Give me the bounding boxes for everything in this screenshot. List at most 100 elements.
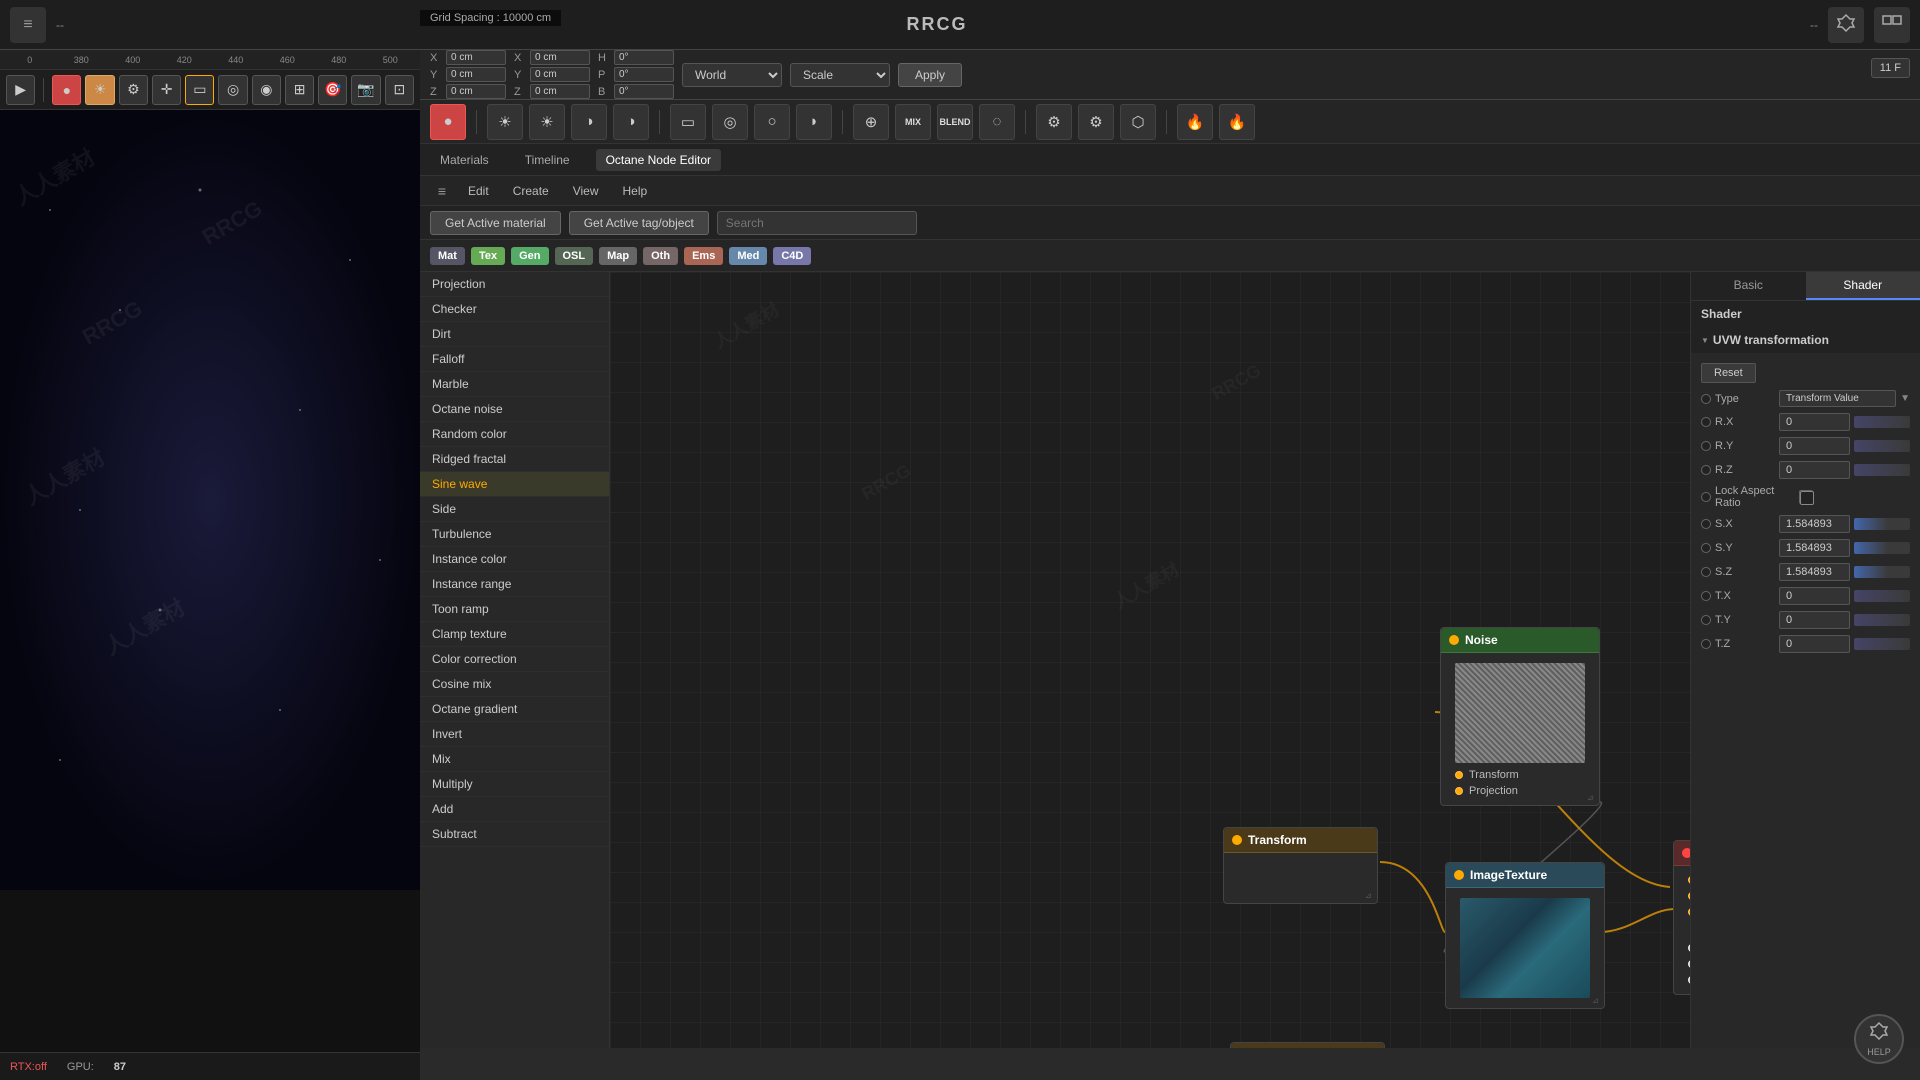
lock-checkbox-group[interactable]	[1799, 490, 1813, 504]
top-icon-2[interactable]	[1874, 7, 1910, 43]
hex-icon[interactable]: ⬡	[1120, 104, 1156, 140]
half-circle-icon[interactable]: ◑	[571, 104, 607, 140]
shader-invert[interactable]: Invert	[420, 722, 609, 747]
menu-edit[interactable]: Edit	[458, 181, 499, 201]
shader-dirt[interactable]: Dirt	[420, 322, 609, 347]
sz-input[interactable]	[1779, 563, 1850, 581]
rx-radio[interactable]	[1701, 417, 1711, 427]
target-icon[interactable]: ◎	[712, 104, 748, 140]
h-input[interactable]	[614, 50, 674, 65]
sz-radio[interactable]	[1701, 567, 1711, 577]
b-input[interactable]	[614, 84, 674, 99]
shader-sine-wave[interactable]: Sine wave	[420, 472, 609, 497]
sx-radio[interactable]	[1701, 519, 1711, 529]
shader-projection[interactable]: Projection	[420, 272, 609, 297]
snap-btn[interactable]: 🎯	[318, 75, 347, 105]
rect-icon[interactable]: ▭	[670, 104, 706, 140]
shader-falloff[interactable]: Falloff	[420, 347, 609, 372]
shader-mix[interactable]: Mix	[420, 747, 609, 772]
tx-input[interactable]	[1779, 587, 1850, 605]
type-radio[interactable]	[1701, 394, 1711, 404]
scatter-icon[interactable]: ◌	[979, 104, 1015, 140]
sun-icon-2[interactable]: ☀	[529, 104, 565, 140]
transform1-resize[interactable]: ⊿	[1365, 891, 1375, 901]
y-input-right[interactable]	[530, 67, 590, 82]
help-button[interactable]: HELP	[1854, 1014, 1904, 1048]
menu-help[interactable]: Help	[613, 181, 658, 201]
shader-color-correction[interactable]: Color correction	[420, 647, 609, 672]
shader-add[interactable]: Add	[420, 797, 609, 822]
node-image-texture[interactable]: ImageTexture ⊿	[1445, 862, 1605, 1009]
filter-osl[interactable]: OSL	[555, 247, 594, 265]
hamburger-icon[interactable]: ≡	[430, 179, 454, 203]
shader-multiply[interactable]: Multiply	[420, 772, 609, 797]
top-icon-1[interactable]	[1828, 7, 1864, 43]
shader-marble[interactable]: Marble	[420, 372, 609, 397]
ry-input[interactable]	[1779, 437, 1850, 455]
blend-icon[interactable]: ⊕	[853, 104, 889, 140]
node-editor[interactable]: 人人素材 RRCG 人人素材 RRCG Noise	[610, 272, 1690, 1048]
scale-btn[interactable]: ◉	[252, 75, 281, 105]
shader-octane-gradient[interactable]: Octane gradient	[420, 697, 609, 722]
filter-c4d[interactable]: C4D	[773, 247, 811, 265]
render-btn[interactable]: ●	[52, 75, 81, 105]
tz-radio[interactable]	[1701, 639, 1711, 649]
search-input[interactable]	[717, 211, 917, 235]
menu-icon[interactable]: ≡	[10, 7, 46, 43]
sy-input[interactable]	[1779, 539, 1850, 557]
half-sphere-icon[interactable]: ◗	[796, 104, 832, 140]
ty-radio[interactable]	[1701, 615, 1711, 625]
shader-octane-noise[interactable]: Octane noise	[420, 397, 609, 422]
get-active-material-btn[interactable]: Get Active material	[430, 211, 561, 235]
settings-btn[interactable]: ⚙	[119, 75, 148, 105]
menu-view[interactable]: View	[563, 181, 609, 201]
rz-input[interactable]	[1779, 461, 1850, 479]
scale-dropdown[interactable]: Scale Move Rotate	[790, 63, 890, 87]
filter-med[interactable]: Med	[729, 247, 767, 265]
world-dropdown[interactable]: World Object Local	[682, 63, 782, 87]
play-btn[interactable]: ▶	[6, 75, 35, 105]
node-mix-texture[interactable]: MixTexture Amount Texture1 Texture2	[1673, 840, 1690, 995]
move-btn[interactable]: ✛	[152, 75, 181, 105]
z-input-right[interactable]	[530, 84, 590, 99]
shader-ridged-fractal[interactable]: Ridged fractal	[420, 447, 609, 472]
sphere-icon[interactable]: ○	[754, 104, 790, 140]
node-transform2[interactable]: Transform ⊿	[1230, 1042, 1385, 1048]
fire-icon-1[interactable]: 🔥	[1177, 104, 1213, 140]
rz-radio[interactable]	[1701, 465, 1711, 475]
sy-radio[interactable]	[1701, 543, 1711, 553]
y-input-left[interactable]	[446, 67, 506, 82]
shader-instance-color[interactable]: Instance color	[420, 547, 609, 572]
menu-create[interactable]: Create	[503, 181, 559, 201]
shader-side[interactable]: Side	[420, 497, 609, 522]
shader-cosine-mix[interactable]: Cosine mix	[420, 672, 609, 697]
sun-icon-1[interactable]: ☀	[487, 104, 523, 140]
noise-resize[interactable]: ⊿	[1587, 793, 1597, 803]
tab-octane-node-editor[interactable]: Octane Node Editor	[596, 149, 721, 171]
tab-timeline[interactable]: Timeline	[515, 149, 580, 171]
x-input-left[interactable]	[446, 50, 506, 65]
gear-small-icon[interactable]: ⚙	[1036, 104, 1072, 140]
mix-icon[interactable]: MIX	[895, 104, 931, 140]
shader-random-color[interactable]: Random color	[420, 422, 609, 447]
reset-button[interactable]: Reset	[1701, 363, 1756, 383]
sx-input[interactable]	[1779, 515, 1850, 533]
lock-aspect-checkbox[interactable]	[1800, 491, 1814, 505]
tab-materials[interactable]: Materials	[430, 149, 499, 171]
select-btn[interactable]: ▭	[185, 75, 214, 105]
shader-toon-ramp[interactable]: Toon ramp	[420, 597, 609, 622]
material-icon[interactable]: ●	[430, 104, 466, 140]
camera-btn[interactable]: 📷	[351, 75, 380, 105]
get-active-tag-btn[interactable]: Get Active tag/object	[569, 211, 709, 235]
gear-large-icon[interactable]: ⚙	[1078, 104, 1114, 140]
filter-tex[interactable]: Tex	[471, 247, 505, 265]
ty-input[interactable]	[1779, 611, 1850, 629]
filter-map[interactable]: Map	[599, 247, 637, 265]
shader-turbulence[interactable]: Turbulence	[420, 522, 609, 547]
tx-radio[interactable]	[1701, 591, 1711, 601]
rx-input[interactable]	[1779, 413, 1850, 431]
filter-ems[interactable]: Ems	[684, 247, 723, 265]
shader-clamp-texture[interactable]: Clamp texture	[420, 622, 609, 647]
frame-indicator[interactable]: 11 F	[1871, 58, 1910, 78]
node-noise[interactable]: Noise Transform Projection ⊿	[1440, 627, 1600, 806]
